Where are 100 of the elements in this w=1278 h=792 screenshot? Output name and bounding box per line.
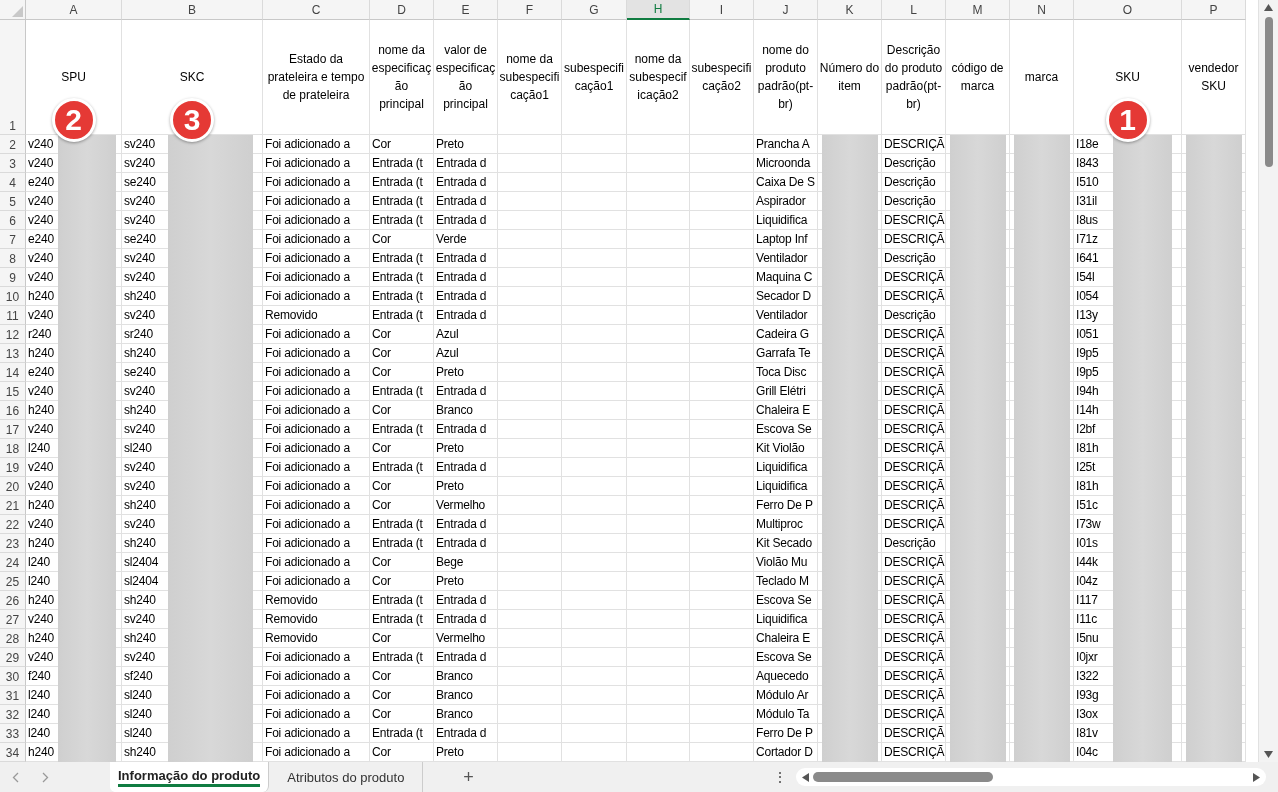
table-cell: DESCRIÇÃ xyxy=(882,724,946,743)
row-header[interactable]: 10 xyxy=(0,287,26,306)
column-header[interactable]: F xyxy=(498,0,562,20)
table-cell xyxy=(627,496,690,515)
row-header[interactable]: 23 xyxy=(0,534,26,553)
scroll-right-icon[interactable] xyxy=(1253,772,1260,782)
add-sheet-button[interactable]: + xyxy=(463,766,474,788)
table-cell: Cor xyxy=(370,496,434,515)
row-header[interactable]: 5 xyxy=(0,192,26,211)
column-header[interactable]: G xyxy=(562,0,627,20)
row-header[interactable]: 21 xyxy=(0,496,26,515)
table-cell: Azul xyxy=(434,325,498,344)
row-header[interactable]: 18 xyxy=(0,439,26,458)
table-cell xyxy=(562,382,627,401)
horizontal-scrollbar[interactable] xyxy=(796,768,1266,786)
scroll-thumb[interactable] xyxy=(1264,17,1273,167)
row-header[interactable]: 15 xyxy=(0,382,26,401)
row-header[interactable]: 14 xyxy=(0,363,26,382)
column-header[interactable]: H xyxy=(627,0,690,20)
table-cell: Entrada d xyxy=(434,534,498,553)
column-header[interactable]: M xyxy=(946,0,1010,20)
table-cell xyxy=(562,515,627,534)
vertical-scrollbar[interactable] xyxy=(1258,0,1278,762)
table-cell: Foi adicionado a xyxy=(263,724,370,743)
table-cell xyxy=(562,325,627,344)
row-header[interactable]: 26 xyxy=(0,591,26,610)
column-header[interactable]: A xyxy=(26,0,122,20)
table-cell xyxy=(690,192,754,211)
table-cell: DESCRIÇÃ xyxy=(882,268,946,287)
table-cell xyxy=(498,173,562,192)
row-header[interactable]: 6 xyxy=(0,211,26,230)
table-cell: Multiproc xyxy=(754,515,818,534)
row-header[interactable]: 20 xyxy=(0,477,26,496)
scroll-left-icon[interactable] xyxy=(802,772,809,782)
scroll-up-icon[interactable] xyxy=(1264,4,1273,11)
row-header[interactable]: 4 xyxy=(0,173,26,192)
table-cell xyxy=(690,686,754,705)
row-header[interactable]: 31 xyxy=(0,686,26,705)
row-header[interactable]: 28 xyxy=(0,629,26,648)
table-cell: Cor xyxy=(370,477,434,496)
row-header[interactable]: 33 xyxy=(0,724,26,743)
row-header[interactable]: 9 xyxy=(0,268,26,287)
table-cell xyxy=(498,553,562,572)
column-header[interactable]: P xyxy=(1182,0,1246,20)
table-cell: DESCRIÇÃ xyxy=(882,648,946,667)
row-header[interactable]: 27 xyxy=(0,610,26,629)
next-sheet-icon[interactable] xyxy=(41,771,49,783)
table-cell: DESCRIÇÃ xyxy=(882,287,946,306)
table-cell xyxy=(498,534,562,553)
table-cell: DESCRIÇÃ xyxy=(882,401,946,420)
table-cell: Aquecedo xyxy=(754,667,818,686)
table-cell xyxy=(498,439,562,458)
row-header[interactable]: 8 xyxy=(0,249,26,268)
table-cell xyxy=(562,192,627,211)
row-header[interactable]: 13 xyxy=(0,344,26,363)
table-cell: Foi adicionado a xyxy=(263,534,370,553)
scroll-down-icon[interactable] xyxy=(1264,751,1273,758)
row-header[interactable]: 16 xyxy=(0,401,26,420)
table-cell: Secador D xyxy=(754,287,818,306)
column-header[interactable]: N xyxy=(1010,0,1074,20)
row-header[interactable]: 24 xyxy=(0,553,26,572)
column-header[interactable]: K xyxy=(818,0,882,20)
row-header[interactable]: 2 xyxy=(0,135,26,154)
column-header[interactable]: J xyxy=(754,0,818,20)
column-header[interactable]: B xyxy=(122,0,263,20)
table-cell: Entrada d xyxy=(434,610,498,629)
column-header[interactable]: E xyxy=(434,0,498,20)
row-header[interactable]: 34 xyxy=(0,743,26,762)
column-header[interactable]: O xyxy=(1074,0,1182,20)
table-cell xyxy=(562,477,627,496)
row-header[interactable]: 12 xyxy=(0,325,26,344)
table-cell xyxy=(627,610,690,629)
row-header[interactable]: 29 xyxy=(0,648,26,667)
scroll-thumb[interactable] xyxy=(813,772,993,782)
column-header[interactable]: C xyxy=(263,0,370,20)
more-options-button[interactable]: ⋮ xyxy=(770,769,790,785)
row-header[interactable]: 1 xyxy=(0,20,26,135)
table-cell: DESCRIÇÃ xyxy=(882,705,946,724)
column-header[interactable]: L xyxy=(882,0,946,20)
header-cell-text: SKU xyxy=(1115,69,1140,86)
row-header[interactable]: 7 xyxy=(0,230,26,249)
previous-sheet-icon[interactable] xyxy=(11,771,19,783)
row-header[interactable]: 17 xyxy=(0,420,26,439)
row-header[interactable]: 19 xyxy=(0,458,26,477)
sheet-tab[interactable]: Informação do produto xyxy=(110,762,270,792)
row-header[interactable]: 32 xyxy=(0,705,26,724)
sheet-tab[interactable]: Atributos do produto xyxy=(269,762,424,792)
column-header[interactable]: D xyxy=(370,0,434,20)
row-header[interactable]: 11 xyxy=(0,306,26,325)
row-header[interactable]: 30 xyxy=(0,667,26,686)
row-header[interactable]: 25 xyxy=(0,572,26,591)
column-header[interactable]: I xyxy=(690,0,754,20)
table-cell xyxy=(690,173,754,192)
table-cell xyxy=(498,496,562,515)
table-cell: Cor xyxy=(370,667,434,686)
row-header[interactable]: 3 xyxy=(0,154,26,173)
table-cell: DESCRIÇÃ xyxy=(882,667,946,686)
row-header[interactable]: 22 xyxy=(0,515,26,534)
table-cell xyxy=(690,230,754,249)
table-cell xyxy=(627,705,690,724)
